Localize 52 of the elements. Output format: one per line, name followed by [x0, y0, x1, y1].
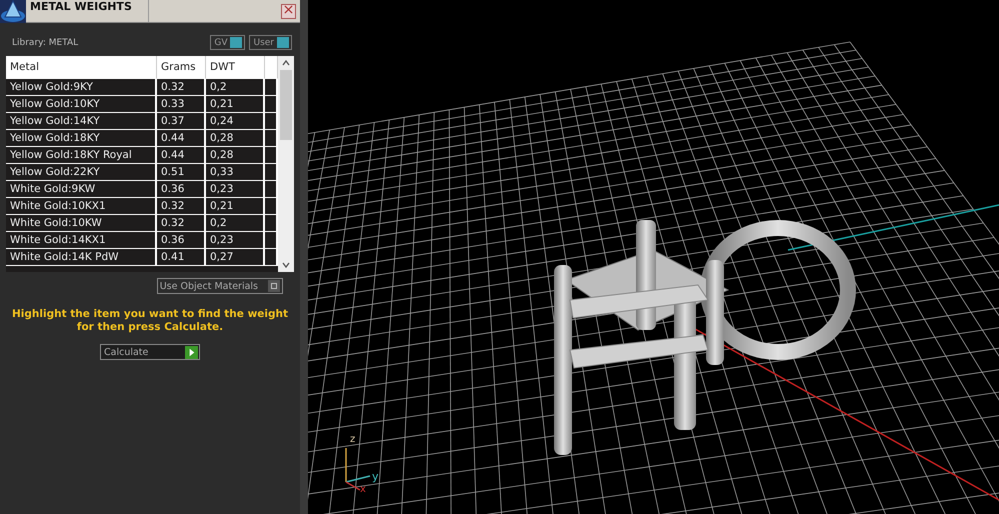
table-cell: 0,2	[206, 79, 265, 96]
table-cell: White Gold:10KW	[6, 215, 157, 232]
scrollbar-thumb[interactable]	[280, 70, 292, 140]
table-cell: 0,28	[206, 130, 265, 147]
panel-title: METAL WEIGHTS	[26, 0, 149, 22]
table-cell: 0,33	[206, 164, 265, 181]
table-cell: 0,28	[206, 147, 265, 164]
table-cell: 0.36	[157, 232, 206, 249]
y-axis-label: y	[372, 470, 379, 483]
table-cell: Yellow Gold:18KY Royal	[6, 147, 157, 164]
table-cell: 0.36	[157, 181, 206, 198]
table-cell: 0.44	[157, 130, 206, 147]
calculate-button[interactable]: Calculate	[100, 344, 200, 360]
x-axis-label: x	[360, 484, 366, 495]
table-cell: Yellow Gold:22KY	[6, 164, 157, 181]
table-cell: 0,24	[206, 113, 265, 130]
table-cell: 0,21	[206, 96, 265, 113]
table-cell: Yellow Gold:14KY	[6, 113, 157, 130]
use-object-materials-toggle[interactable]: Use Object Materials	[156, 278, 283, 294]
table-cell: 0.44	[157, 147, 206, 164]
filter-toggle[interactable]: GV	[210, 35, 246, 50]
table-cell: 0,2	[206, 215, 265, 232]
close-button[interactable]	[281, 4, 296, 18]
table-cell: Yellow Gold:10KY	[6, 96, 157, 113]
table-cell: White Gold:14KX1	[6, 232, 157, 249]
table-cell: 0,23	[206, 181, 265, 198]
scrollbar[interactable]	[278, 56, 294, 272]
scroll-up-icon[interactable]	[281, 58, 291, 68]
table-cell: 0,23	[206, 232, 265, 249]
table-cell: Yellow Gold:18KY	[6, 130, 157, 147]
table-cell: Yellow Gold:9KY	[6, 79, 157, 96]
table-cell: 0,21	[206, 198, 265, 215]
pyramid-logo-icon	[0, 0, 26, 23]
library-label: Library: METAL	[12, 38, 78, 48]
instruction-text: Highlight the item you want to find the weight for then press Calculate.	[11, 308, 289, 334]
table-cell: White Gold:9KW	[6, 181, 157, 198]
axis-gizmo-icon	[345, 448, 370, 491]
table-cell: 0.37	[157, 113, 206, 130]
table-cell: 0.33	[157, 96, 206, 113]
table-cell: White Gold:14K PdW	[6, 249, 157, 266]
play-icon[interactable]	[185, 346, 198, 358]
close-icon[interactable]	[284, 4, 293, 14]
table-cell: 0.32	[157, 198, 206, 215]
table-cell: 0,27	[206, 249, 265, 266]
scroll-down-icon[interactable]	[281, 260, 291, 270]
table-cell: 0.51	[157, 164, 206, 181]
table-cell: 0.32	[157, 215, 206, 232]
filter-toggle[interactable]: User	[249, 35, 292, 50]
table-cell: 0.41	[157, 249, 206, 266]
table-cell: White Gold:10KX1	[6, 198, 157, 215]
table-cell: 0.32	[157, 79, 206, 96]
z-axis-label: z	[350, 434, 356, 445]
